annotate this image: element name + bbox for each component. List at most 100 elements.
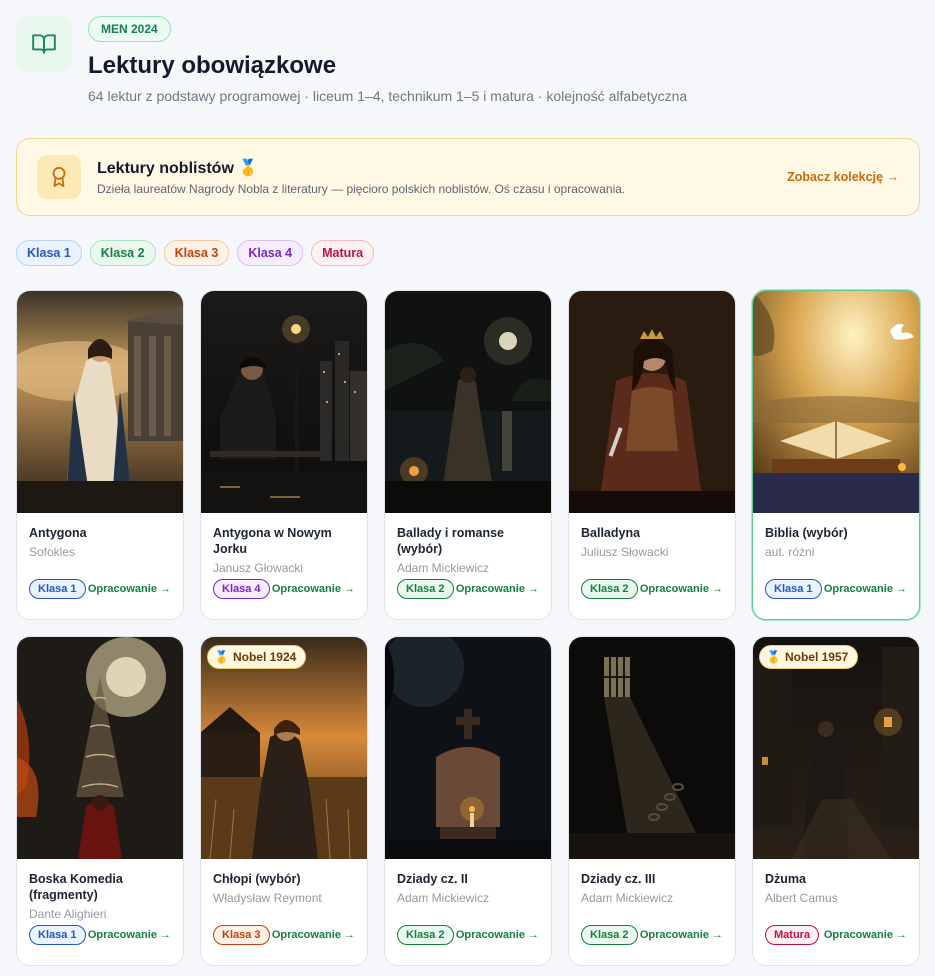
book-cover-image	[201, 291, 367, 513]
level-badge: Klasa 2	[397, 579, 454, 599]
book-card[interactable]: Dziady cz. II Adam Mickiewicz Klasa 2 Oprac…	[384, 636, 552, 966]
book-title: Balladyna	[581, 526, 641, 540]
filter-klasa-4[interactable]: Klasa 4	[237, 240, 304, 266]
book-cover-image	[385, 291, 551, 513]
book-card[interactable]: Biblia (wybór) aut. różni Klasa 1 Opracowan…	[752, 290, 920, 620]
study-guide-link[interactable]: Opracowanie →	[456, 929, 541, 941]
page-header: MEN 2024 Lektury obowiązkowe 64 lektur z…	[16, 14, 919, 114]
nobel-banner-title: Lektury noblistów 🥇	[97, 160, 259, 177]
nobel-badge-label: Nobel 1957	[784, 650, 849, 664]
filter-klasa-3[interactable]: Klasa 3	[163, 240, 230, 266]
book-cover-image	[201, 637, 367, 859]
book-author: Janusz Głowacki	[213, 561, 304, 575]
book-cover-image	[753, 637, 919, 859]
book-cover-image	[753, 291, 919, 513]
book-card-body: Chłopi (wybór) Władysław Reymont Klasa 3 Op…	[213, 871, 357, 955]
level-badge: Klasa 1	[765, 579, 822, 599]
book-card[interactable]: 🥇 Nobel 1924 Chłopi (wybór) Władysław Reymo…	[200, 636, 368, 966]
book-card[interactable]: 🥇 Nobel 1957 Dżuma Albert Camus Matura Opraco…	[752, 636, 920, 966]
study-guide-link[interactable]: Opracowanie →	[456, 583, 541, 595]
book-cover-image	[569, 637, 735, 859]
study-guide-link[interactable]: Opracowanie →	[88, 583, 173, 595]
book-card[interactable]: Antygona w Nowym Jorku Janusz Głowacki Kla…	[200, 290, 368, 620]
book-card-footer: Klasa 2 Opracowanie →	[581, 579, 725, 599]
nobel-banner[interactable]: Lektury noblistów 🥇 Dzieła laureatów Nag…	[16, 138, 920, 216]
study-guide-link[interactable]: Opracowanie →	[824, 583, 909, 595]
level-badge: Klasa 1	[29, 579, 86, 599]
medal-icon: 🥇	[214, 650, 229, 664]
level-filters: Klasa 1 Klasa 2 Klasa 3 Klasa 4 Matura	[16, 240, 375, 266]
level-badge: Klasa 1	[29, 925, 86, 945]
book-card[interactable]: Dziady cz. III Adam Mickiewicz Klasa 2 Opra…	[568, 636, 736, 966]
book-card-footer: Klasa 4 Opracowanie →	[213, 579, 357, 599]
book-card-footer: Matura Opracowanie →	[765, 925, 909, 945]
book-title: Dziady cz. II	[397, 872, 468, 886]
book-card-body: Balladyna Juliusz Słowacki Klasa 2 Opracowa…	[581, 525, 725, 609]
book-card-body: Dziady cz. II Adam Mickiewicz Klasa 2 Oprac…	[397, 871, 541, 955]
book-card-body: Ballady i romanse (wybór) Adam Mickiewicz…	[397, 525, 541, 609]
book-card-footer: Klasa 1 Opracowanie →	[29, 925, 173, 945]
filter-matura[interactable]: Matura	[311, 240, 375, 266]
book-title: Ballady i romanse (wybór)	[397, 526, 504, 556]
see-collection-link[interactable]: Zobacz kolekcję →	[787, 170, 899, 184]
book-cover-image	[17, 291, 183, 513]
book-card-body: Dżuma Albert Camus Matura Opracowanie →	[765, 871, 909, 955]
book-title: Antygona w Nowym Jorku	[213, 526, 332, 556]
study-guide-link[interactable]: Opracowanie →	[640, 929, 725, 941]
level-badge: Klasa 3	[213, 925, 270, 945]
book-title: Antygona	[29, 526, 87, 540]
book-card-body: Dziady cz. III Adam Mickiewicz Klasa 2 Opra…	[581, 871, 725, 955]
book-author: Adam Mickiewicz	[397, 891, 490, 905]
filter-klasa-1[interactable]: Klasa 1	[16, 240, 82, 266]
book-card[interactable]: Boska Komedia (fragmenty) Dante Alighieri…	[16, 636, 184, 966]
book-title: Dżuma	[765, 872, 806, 886]
book-card-body: Antygona w Nowym Jorku Janusz Głowacki Kla…	[213, 525, 357, 609]
study-guide-link[interactable]: Opracowanie →	[272, 929, 357, 941]
book-author: Albert Camus	[765, 891, 838, 905]
page-subtitle: 64 lektur z podstawy programowej · liceu…	[88, 88, 688, 104]
book-card[interactable]: Balladyna Juliusz Słowacki Klasa 2 Opracowa…	[568, 290, 736, 620]
book-card-body: Antygona Sofokles Klasa 1 Opracowanie →	[29, 525, 173, 609]
filter-klasa-2[interactable]: Klasa 2	[89, 240, 156, 266]
level-badge: Klasa 2	[581, 579, 638, 599]
medal-icon: 🥇	[766, 650, 781, 664]
book-icon	[16, 16, 72, 72]
book-author: Juliusz Słowacki	[581, 545, 669, 559]
study-guide-link[interactable]: Opracowanie →	[272, 583, 357, 595]
book-card-footer: Klasa 2 Opracowanie →	[397, 579, 541, 599]
award-icon	[37, 155, 81, 199]
book-author: Władysław Reymont	[213, 891, 322, 905]
book-card[interactable]: Antygona Sofokles Klasa 1 Opracowanie →	[16, 290, 184, 620]
book-author: Sofokles	[29, 545, 76, 559]
book-title: Biblia (wybór)	[765, 526, 848, 540]
level-badge: Klasa 2	[581, 925, 638, 945]
book-grid: Antygona Sofokles Klasa 1 Opracowanie → Ant…	[16, 290, 922, 966]
men-badge: MEN 2024	[88, 16, 171, 42]
book-author: aut. różni	[765, 545, 815, 559]
book-card[interactable]: Ballady i romanse (wybór) Adam Mickiewicz…	[384, 290, 552, 620]
study-guide-link[interactable]: Opracowanie →	[824, 929, 909, 941]
book-card-footer: Klasa 1 Opracowanie →	[29, 579, 173, 599]
book-card-body: Biblia (wybór) aut. różni Klasa 1 Opracowan…	[765, 525, 909, 609]
book-cover-image	[569, 291, 735, 513]
book-card-footer: Klasa 2 Opracowanie →	[581, 925, 725, 945]
book-card-footer: Klasa 1 Opracowanie →	[765, 579, 909, 599]
book-author: Dante Alighieri	[29, 907, 107, 921]
nobel-badge: 🥇 Nobel 1924	[207, 645, 307, 669]
book-cover-image	[385, 637, 551, 859]
book-card-footer: Klasa 3 Opracowanie →	[213, 925, 357, 945]
level-badge: Matura	[765, 925, 820, 945]
nobel-badge-label: Nobel 1924	[232, 650, 297, 664]
book-author: Adam Mickiewicz	[581, 891, 674, 905]
study-guide-link[interactable]: Opracowanie →	[640, 583, 725, 595]
book-title: Dziady cz. III	[581, 872, 656, 886]
book-card-body: Boska Komedia (fragmenty) Dante Alighieri…	[29, 871, 173, 955]
level-badge: Klasa 2	[397, 925, 454, 945]
page-title: Lektury obowiązkowe	[88, 52, 337, 79]
book-author: Adam Mickiewicz	[397, 561, 490, 575]
book-card-footer: Klasa 2 Opracowanie →	[397, 925, 541, 945]
nobel-badge: 🥇 Nobel 1957	[759, 645, 859, 669]
nobel-banner-description: Dzieła laureatów Nagrody Nobla z literat…	[97, 182, 626, 196]
book-title: Boska Komedia (fragmenty)	[29, 872, 123, 902]
study-guide-link[interactable]: Opracowanie →	[88, 929, 173, 941]
